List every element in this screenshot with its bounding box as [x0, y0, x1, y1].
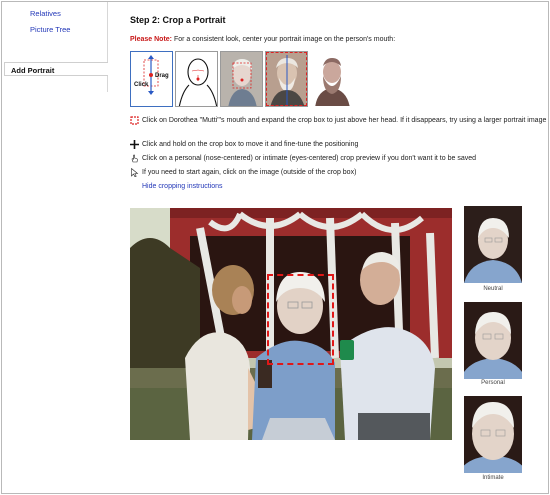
guide-card-head-outline: [175, 51, 218, 107]
guide-card-woman-crop: [220, 51, 263, 107]
guide-card-man-crop: [265, 51, 308, 107]
preview-label-intimate: Intimate: [482, 475, 504, 481]
guide-card-bearded-man: [310, 51, 353, 107]
preview-label-personal: Personal: [481, 380, 505, 386]
head-outline-icon: [178, 58, 217, 106]
crop-box-icon: [130, 116, 139, 125]
portrait-source-photo[interactable]: [130, 208, 452, 440]
page-title: Step 2: Crop a Portrait: [130, 15, 226, 25]
sidebar: Relatives Picture Tree: [22, 2, 108, 92]
instruction-text-preview: Click on a personal (nose-centered) or i…: [142, 155, 477, 162]
instruction-text-move: Click and hold on the crop box to move i…: [142, 141, 359, 148]
crop-guide-strip: Drag Click: [130, 51, 360, 107]
crop-diagram-icon: Drag Click: [134, 55, 169, 95]
preview-personal[interactable]: [464, 302, 522, 379]
woman-crop-thumbnail: [221, 52, 262, 106]
preview-intimate[interactable]: [464, 396, 522, 473]
click-label: Click: [134, 82, 149, 88]
guide-card-crop-diagram: Drag Click: [130, 51, 173, 107]
hide-cropping-instructions-link[interactable]: Hide cropping instructions: [142, 183, 223, 190]
drag-label: Drag: [155, 73, 169, 79]
man-crop-thumbnail: [266, 52, 307, 106]
preview-intimate-image: [464, 396, 522, 473]
sidebar-link-picture-tree[interactable]: Picture Tree: [30, 25, 70, 34]
arrow-pointer-icon: [130, 168, 139, 177]
sidebar-tab-add-portrait[interactable]: Add Portrait: [4, 62, 108, 76]
preview-personal-image: [464, 302, 522, 379]
bearded-man-thumbnail: [311, 52, 352, 106]
sidebar-link-relatives[interactable]: Relatives: [30, 9, 61, 18]
instruction-text-restart: If you need to start again, click on the…: [142, 169, 357, 176]
preview-neutral[interactable]: [464, 206, 522, 283]
page-frame: Relatives Picture Tree Add Portrait Step…: [1, 1, 549, 494]
note-text: For a consistent look, center your portr…: [172, 36, 396, 43]
preview-label-neutral: Neutral: [483, 286, 503, 292]
instruction-item-expand: Click on Dorothea "Mutti"'s mouth and ex…: [130, 116, 550, 138]
note-line: Please Note: For a consistent look, cent…: [130, 36, 395, 43]
move-cross-icon: [130, 140, 139, 149]
note-label: Please Note:: [130, 36, 173, 43]
hand-pointer-icon: [130, 154, 139, 163]
crop-selection-box[interactable]: [267, 274, 334, 365]
preview-neutral-image: [464, 206, 522, 283]
instruction-text-expand: Click on Dorothea "Mutti"'s mouth and ex…: [142, 117, 547, 124]
